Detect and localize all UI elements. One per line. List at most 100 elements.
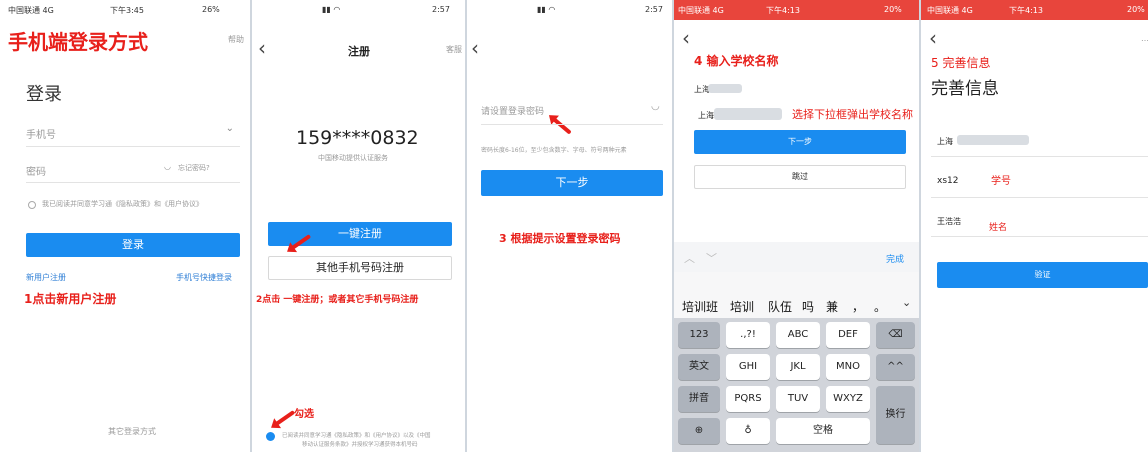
check-annotation: 勾选 <box>294 409 314 420</box>
other-phone-register-button[interactable]: 其他手机号码注册 <box>268 256 452 280</box>
other-login-link[interactable]: 其它登录方式 <box>108 426 156 437</box>
redacted-text <box>708 84 742 93</box>
candidate-1[interactable]: 培训 <box>730 298 754 315</box>
step-annotation: 2点击 一键注册；或者其它手机号码注册 <box>256 295 419 305</box>
panel-login: 中国联通 4G 下午3:45 26% 手机端登录方式 帮助 登录 手机号 ⌄ 密… <box>0 0 250 452</box>
header-annotation: 手机端登录方式 <box>8 30 148 54</box>
next-button[interactable]: 下一步 <box>481 170 663 196</box>
customer-service-link[interactable]: 客服 <box>446 44 462 55</box>
new-user-register-link[interactable]: 新用户注册 <box>26 272 66 283</box>
back-chevron-icon[interactable]: ‹ <box>471 38 479 58</box>
candidate-2[interactable]: 队伍 <box>768 298 792 315</box>
candidate-6[interactable]: 。 <box>874 298 886 315</box>
expand-chevron-icon[interactable]: ⌄ <box>902 296 911 309</box>
key-abc[interactable]: ABC <box>776 322 820 348</box>
student-id-annotation: 学号 <box>991 176 1011 187</box>
chevron-down-icon[interactable]: ﹀ <box>706 250 717 266</box>
signal-carrier: 中国联通 4G <box>927 6 973 15</box>
verify-button[interactable]: 验证 <box>937 262 1148 288</box>
panel-complete-info: 中国联通 4G 下午4:13 20% ‹ … 5 完善信息 完善信息 上海 xs… <box>921 0 1148 452</box>
status-bar: ▮▮ ◠ 2:57 <box>467 0 672 20</box>
status-bar: 中国联通 4G 下午4:13 20% <box>921 0 1148 20</box>
step-annotation: 4 输入学校名称 <box>694 54 779 68</box>
password-hint: 密码长度6-16位，至少包含数字、字母、符号两种元素 <box>481 147 627 154</box>
next-button[interactable]: 下一步 <box>694 130 906 154</box>
globe-icon[interactable]: ⊕ <box>678 418 720 444</box>
page-title: 登录 <box>26 84 62 105</box>
key-punct[interactable]: .,?! <box>726 322 770 348</box>
password-input[interactable]: 请设置登录密码 <box>481 104 544 117</box>
status-time: 2:57 <box>432 5 450 14</box>
help-link[interactable]: 帮助 <box>228 34 244 45</box>
name-field[interactable]: 王浩浩 <box>937 216 961 227</box>
candidate-0[interactable]: 培训班 <box>682 298 718 315</box>
redacted-text <box>714 108 782 120</box>
eye-icon[interactable]: ◡ <box>651 101 660 112</box>
key-jkl[interactable]: JKL <box>776 354 820 380</box>
panel-set-password: ▮▮ ◠ 2:57 ‹ 请设置登录密码 ◡ 密码长度6-16位，至少包含数字、字… <box>467 0 672 452</box>
done-button[interactable]: 完成 <box>886 252 904 265</box>
forgot-password-link[interactable]: 忘记密码? <box>178 163 210 173</box>
key-emoticon[interactable]: ^^ <box>876 354 915 380</box>
key-pqrs[interactable]: PQRS <box>726 386 770 412</box>
school-input[interactable]: 上海 <box>698 110 714 121</box>
masked-phone-number: 159****0832 <box>296 127 419 149</box>
step-annotation: 5 完善信息 <box>931 56 991 70</box>
key-wxyz[interactable]: WXYZ <box>826 386 870 412</box>
status-bar: ▮▮ ◠ 2:57 <box>252 0 465 20</box>
battery-level: 26% <box>202 5 220 14</box>
back-chevron-icon[interactable]: ‹ <box>929 28 937 48</box>
agreement-text: 我已阅读并同意学习通《隐私政策》和《用户协议》 <box>42 200 203 208</box>
key-def[interactable]: DEF <box>826 322 870 348</box>
candidate-4[interactable]: 兼 <box>826 298 838 315</box>
candidate-5[interactable]: ， <box>852 298 864 315</box>
chevron-up-icon[interactable]: ︿ <box>684 250 695 266</box>
microphone-icon[interactable]: ♁ <box>726 418 770 444</box>
status-bar: 中国联通 4G 下午4:13 20% <box>674 0 919 20</box>
student-id-field[interactable]: xs12 <box>937 176 958 186</box>
step-annotation: 3 根据提示设置登录密码 <box>499 232 621 245</box>
panel-register: ▮▮ ◠ 2:57 ‹ 注册 客服 159****0832 中国移动提供认证服务… <box>252 0 465 452</box>
status-time: 下午3:45 <box>110 6 144 15</box>
signal-carrier: 中国联通 4G <box>678 6 724 15</box>
backspace-icon[interactable]: ⌫ <box>876 322 915 348</box>
skip-button[interactable]: 跳过 <box>694 165 906 189</box>
enter-key[interactable]: 换行 <box>876 386 915 444</box>
more-icon[interactable]: … <box>1141 34 1148 43</box>
chevron-down-icon[interactable]: ⌄ <box>226 123 234 134</box>
candidate-3[interactable]: 吗 <box>802 298 814 315</box>
phone-input[interactable]: 手机号 ⌄ <box>26 123 240 143</box>
back-chevron-icon[interactable]: ‹ <box>258 38 266 58</box>
agreement-line-2: 移动认证服务条款》并授权学习通获得本机号码 <box>302 442 418 448</box>
space-key[interactable]: 空格 <box>776 418 870 444</box>
redacted-text <box>957 135 1029 145</box>
signal-icon: ▮▮ ◠ <box>322 5 341 14</box>
key-english[interactable]: 英文 <box>678 354 720 380</box>
pointer-arrow-icon <box>552 117 572 135</box>
page-title: 完善信息 <box>931 79 999 99</box>
status-time: 下午4:13 <box>1009 6 1043 15</box>
key-tuv[interactable]: TUV <box>776 386 820 412</box>
key-123[interactable]: 123 <box>678 322 720 348</box>
name-annotation: 姓名 <box>989 223 1008 233</box>
step-annotation: 1点击新用户注册 <box>24 292 117 306</box>
login-button[interactable]: 登录 <box>26 233 240 257</box>
battery-level: 20% <box>884 5 902 14</box>
phone-quick-login-link[interactable]: 手机号快捷登录 <box>176 272 232 283</box>
key-mno[interactable]: MNO <box>826 354 870 380</box>
keyboard: ︿ ﹀ 完成 培训班 培训 队伍 吗 兼 ， 。 ⌄ 123 .,?! ABC … <box>674 242 919 452</box>
back-chevron-icon[interactable]: ‹ <box>682 28 690 48</box>
key-pinyin[interactable]: 拼音 <box>678 386 720 412</box>
signal-icon: ▮▮ ◠ <box>537 5 556 14</box>
battery-level: 20% <box>1127 5 1145 14</box>
status-time: 下午4:13 <box>766 6 800 15</box>
signal-carrier: 中国联通 4G <box>8 6 54 15</box>
carrier-note: 中国移动提供认证服务 <box>318 154 388 162</box>
agreement-checkbox[interactable] <box>28 201 36 209</box>
eye-icon[interactable]: ◡ <box>164 162 171 171</box>
agreement-checkbox[interactable] <box>266 432 275 441</box>
key-ghi[interactable]: GHI <box>726 354 770 380</box>
school-field[interactable]: 上海 <box>937 136 953 147</box>
panel-school: 中国联通 4G 下午4:13 20% ‹ 4 输入学校名称 上海 上海 选择下拉… <box>674 0 919 452</box>
status-time: 2:57 <box>645 5 663 14</box>
